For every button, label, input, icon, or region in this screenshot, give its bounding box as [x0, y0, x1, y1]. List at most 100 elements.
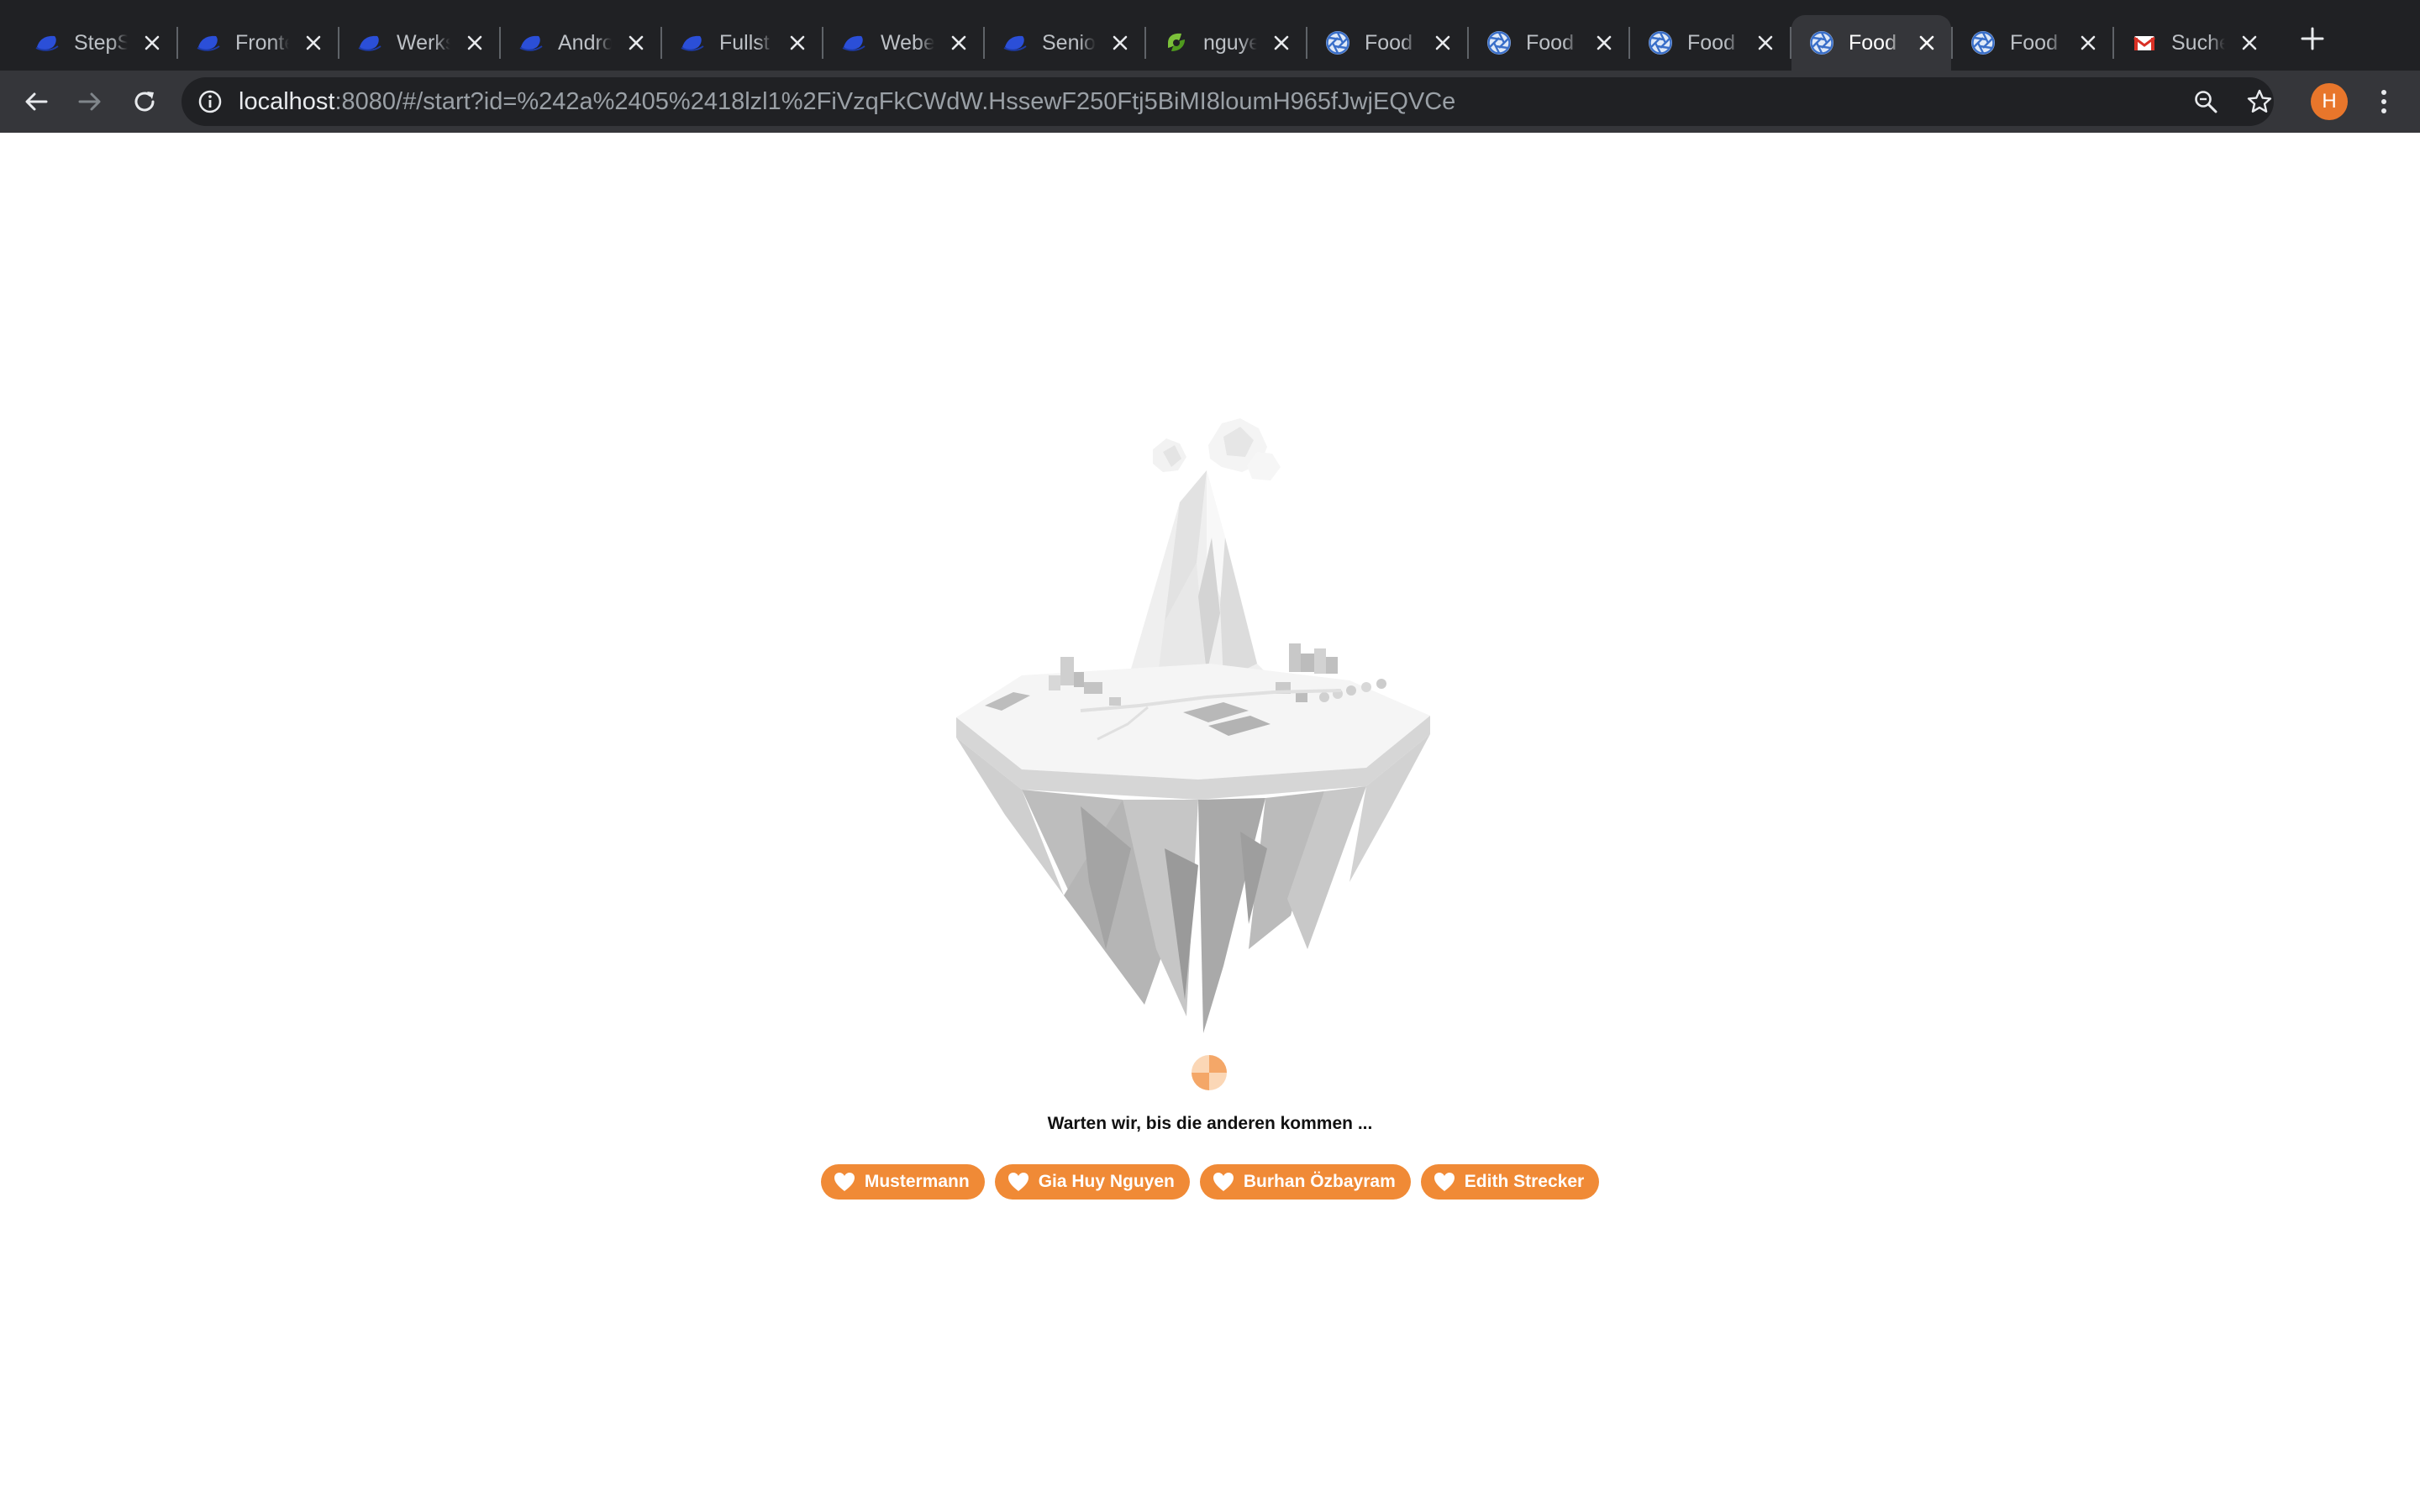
aperture-icon	[1647, 29, 1674, 56]
hat-icon	[840, 29, 867, 56]
info-icon[interactable]	[197, 88, 224, 115]
plus-icon	[2301, 27, 2324, 50]
url-text[interactable]: localhost:8080/#/start?id=%242a%2405%241…	[239, 77, 1455, 126]
address-bar[interactable]: localhost:8080/#/start?id=%242a%2405%241…	[182, 77, 2274, 126]
close-icon	[1919, 35, 1934, 50]
floating-island-illustration	[956, 418, 1430, 1033]
browser-toolbar: localhost:8080/#/start?id=%242a%2405%241…	[0, 71, 2420, 133]
player-chip: Mustermann	[820, 1164, 985, 1200]
close-tab-button[interactable]	[1430, 30, 1455, 55]
forward-button[interactable]	[72, 84, 108, 119]
close-tab-button[interactable]	[1107, 30, 1133, 55]
close-tab-button[interactable]	[785, 30, 810, 55]
kebab-menu-icon	[2381, 90, 2386, 113]
player-chip: Edith Strecker	[1420, 1164, 1600, 1200]
close-icon	[1274, 35, 1289, 50]
cloud-left	[1153, 438, 1186, 472]
tab-title: Food	[2010, 30, 2058, 55]
heart-icon	[1007, 1171, 1030, 1193]
browser-tab[interactable]: Fullst	[662, 15, 822, 71]
player-list: Mustermann Gia Huy Nguyen Burhan Özbayram E…	[0, 1164, 2420, 1200]
browser-tab[interactable]: Fronte	[178, 15, 338, 71]
close-tab-button[interactable]	[301, 30, 326, 55]
url-path: :8080/#/start?id=%242a%2405%2418lzl1%2Fi…	[334, 88, 1456, 115]
browser-tab[interactable]: Suche	[2114, 15, 2274, 71]
player-chip: Gia Huy Nguyen	[994, 1164, 1190, 1200]
browser-tab[interactable]: Food	[1630, 15, 1790, 71]
close-tab-button[interactable]	[139, 30, 165, 55]
browser-tab[interactable]: Food	[1953, 15, 2112, 71]
close-tab-button[interactable]	[1269, 30, 1294, 55]
close-icon	[629, 35, 644, 50]
close-icon	[145, 35, 160, 50]
aperture-icon	[1970, 29, 1996, 56]
close-icon	[790, 35, 805, 50]
browser-tab[interactable]: StepS	[17, 15, 176, 71]
hat-icon	[1002, 29, 1028, 56]
hat-icon	[518, 29, 544, 56]
reload-button[interactable]	[127, 84, 162, 119]
close-tab-button[interactable]	[2075, 30, 2101, 55]
reload-icon	[134, 92, 155, 112]
close-icon	[2081, 35, 2096, 50]
waiting-message: Warten wir, bis die anderen kommen ...	[1047, 1114, 1373, 1133]
close-icon	[1758, 35, 1773, 50]
tab-title: Food	[1687, 30, 1735, 55]
close-tab-button[interactable]	[623, 30, 649, 55]
magnifier-icon	[2195, 91, 2217, 113]
player-name: Mustermann	[864, 1172, 970, 1191]
heart-icon	[833, 1171, 856, 1193]
close-icon	[306, 35, 321, 50]
bookmark-button[interactable]	[2245, 87, 2274, 116]
aperture-icon	[1486, 29, 1512, 56]
loading-spinner	[1192, 1055, 1227, 1090]
hat-icon	[356, 29, 383, 56]
browser-menu-button[interactable]	[2366, 84, 2402, 119]
hat-icon	[34, 29, 60, 56]
browser-tab[interactable]: Food	[1307, 15, 1467, 71]
mountain	[1123, 470, 1282, 690]
profile-avatar[interactable]: H	[2311, 83, 2348, 120]
player-name: Gia Huy Nguyen	[1038, 1172, 1175, 1191]
browser-tab[interactable]: Food	[1469, 15, 1628, 71]
new-tab-button[interactable]	[2296, 22, 2329, 55]
close-tab-button[interactable]	[1914, 30, 1939, 55]
close-tab-button[interactable]	[462, 30, 487, 55]
close-tab-button[interactable]	[1753, 30, 1778, 55]
aperture-icon	[1324, 29, 1351, 56]
arrow-right-icon	[78, 92, 101, 111]
island-surface	[956, 643, 1430, 800]
close-tab-button[interactable]	[946, 30, 971, 55]
star-icon	[2247, 89, 2272, 113]
close-tab-button[interactable]	[1591, 30, 1617, 55]
browser-tab[interactable]: Webe	[823, 15, 983, 71]
tab-title: Food	[1526, 30, 1574, 55]
back-button[interactable]	[18, 84, 54, 119]
player-name: Burhan Özbayram	[1243, 1172, 1396, 1191]
heart-icon	[1433, 1171, 1456, 1193]
heart-icon	[1212, 1171, 1235, 1193]
hat-icon	[679, 29, 706, 56]
browser-tab[interactable]: Senio	[985, 15, 1144, 71]
browser-tab[interactable]: Food	[1791, 15, 1951, 71]
tab-title: Senio	[1042, 30, 1096, 55]
tab-title: Webe	[881, 30, 934, 55]
tab-title: Werks	[397, 30, 450, 55]
url-host: localhost	[239, 88, 335, 115]
browser-tab[interactable]: Werks	[339, 15, 499, 71]
player-name: Edith Strecker	[1464, 1172, 1585, 1191]
tab-title: Andro	[558, 30, 612, 55]
tab-title: Food	[1365, 30, 1413, 55]
close-tab-button[interactable]	[2237, 30, 2262, 55]
gmail-icon	[2131, 29, 2158, 56]
close-icon	[467, 35, 482, 50]
browser-tab[interactable]: Andro	[501, 15, 660, 71]
close-icon	[1113, 35, 1128, 50]
aperture-icon	[1808, 29, 1835, 56]
close-icon	[1435, 35, 1450, 50]
leaf-icon	[1163, 29, 1190, 56]
browser-tab[interactable]: nguye	[1146, 15, 1306, 71]
tab-title: Fullst	[719, 30, 770, 55]
tab-title: Food	[1849, 30, 1897, 55]
zoom-button[interactable]	[2191, 87, 2220, 116]
